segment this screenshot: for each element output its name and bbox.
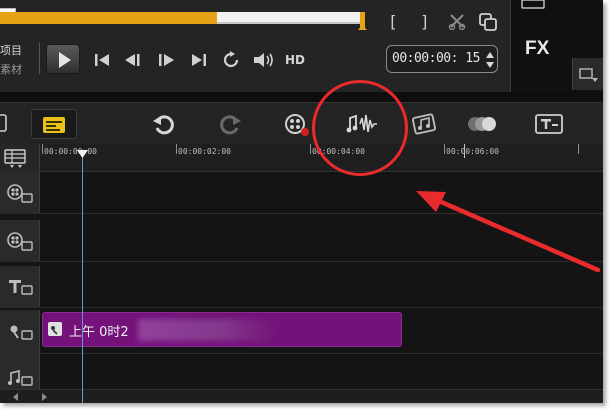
volume-icon[interactable] [251, 49, 277, 71]
motion-tracking-icon[interactable] [466, 111, 500, 137]
track-header[interactable] [0, 266, 40, 307]
repeat-icon[interactable] [220, 49, 242, 71]
video-track-icon [6, 183, 33, 203]
go-to-start-icon[interactable] [92, 50, 112, 70]
track-header[interactable] [0, 310, 40, 353]
music-track-icon [7, 369, 33, 386]
previous-frame-icon[interactable] [121, 50, 147, 70]
annotation-arrow [416, 191, 601, 273]
track-header[interactable] [0, 220, 40, 261]
auto-music-icon[interactable] [410, 109, 440, 139]
mode-clip-label[interactable]: 素材 [0, 61, 22, 77]
panel-separator [0, 92, 603, 102]
ruler-tick [176, 144, 177, 154]
preview-player: [ ] 项目 素材 HD 00:00:00: 15 [0, 0, 510, 92]
voice-track-icon [10, 325, 33, 340]
ruler-tick [578, 144, 579, 154]
scissors-icon[interactable] [447, 11, 467, 31]
undo-icon[interactable] [150, 111, 176, 137]
timecode-field[interactable]: 00:00:00: 15 [386, 45, 498, 73]
ruler-tick [310, 144, 311, 154]
track-manager-icon [4, 149, 26, 168]
timecode-value: 00:00:00: 15 [392, 51, 480, 66]
ruler-label: 00:00:02:00 [178, 147, 231, 156]
hd-toggle[interactable]: HD [285, 53, 305, 67]
play-icon [59, 52, 71, 68]
play-button[interactable] [46, 44, 80, 74]
ruler-label: 00:00:06:00 [446, 147, 499, 156]
track-manager-corner[interactable] [0, 144, 40, 172]
fx-filter-tab[interactable]: FX [525, 38, 549, 60]
clip-type-icon [48, 322, 62, 336]
overlay-track-icon [6, 231, 33, 251]
ruler-tick [444, 144, 445, 154]
mode-divider [39, 42, 40, 74]
panel-menu-button[interactable] [572, 58, 603, 90]
track-header[interactable] [0, 172, 40, 213]
annotation-circle [312, 80, 408, 176]
mark-in-button[interactable]: [ [388, 12, 398, 31]
record-capture-icon[interactable] [282, 109, 312, 139]
clip-name-redaction [138, 319, 278, 341]
subtitle-editor-icon[interactable] [534, 111, 564, 137]
timeline-ruler[interactable]: 00:00:00:00 00:00:02:00 00:00:04:00 00:0… [0, 144, 603, 172]
timecode-stepper-icon[interactable] [485, 50, 495, 70]
title-track-icon [8, 279, 33, 295]
ruler-tick [42, 144, 43, 154]
timeline-toolbar [0, 102, 603, 144]
scroll-arrows-icon[interactable] [12, 392, 52, 402]
ruler-label: 00:00:00:00 [44, 147, 97, 156]
progress-fill [0, 12, 218, 24]
timeline-view-icon [43, 117, 65, 133]
fx-divider [510, 0, 511, 92]
timeline-scrollbar[interactable] [0, 389, 603, 403]
panel-menu-icon [579, 68, 598, 82]
video-editor-window: [ ] 项目 素材 HD 00:00:00: 15 FX 00:00:00:00… [0, 0, 603, 403]
mode-project-label[interactable]: 项目 [0, 42, 22, 58]
media-library-icon[interactable] [521, 0, 545, 12]
progress-end-marker [358, 12, 368, 30]
next-frame-icon[interactable] [153, 50, 179, 70]
clip-name: 上午 0时2 [69, 325, 129, 340]
timeline-view-button[interactable] [31, 109, 77, 139]
mark-out-button[interactable]: ] [420, 12, 430, 31]
playhead-line [82, 157, 83, 403]
redo-icon[interactable] [218, 111, 244, 137]
enlarge-preview-icon[interactable] [477, 11, 499, 33]
voice-clip[interactable]: 上午 0时2 [42, 312, 402, 347]
go-to-end-icon[interactable] [189, 50, 209, 70]
storyboard-view-icon[interactable] [0, 113, 8, 133]
